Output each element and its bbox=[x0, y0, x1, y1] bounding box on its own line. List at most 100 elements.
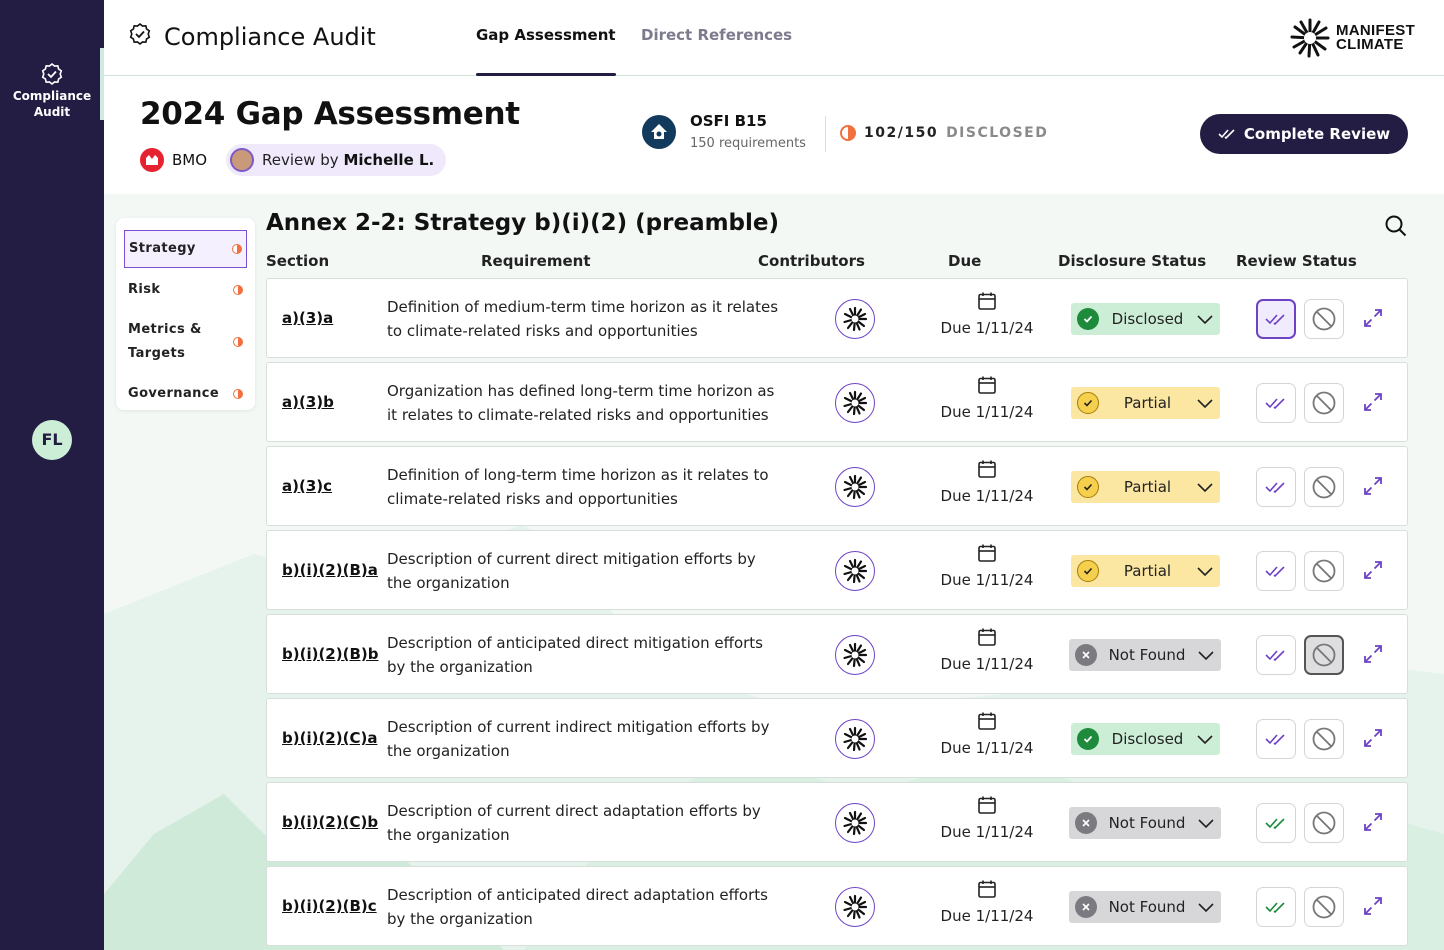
sunburst-icon bbox=[843, 558, 868, 584]
search-button[interactable] bbox=[1384, 214, 1408, 242]
due-date-text: Due 1/11/24 bbox=[940, 655, 1034, 673]
reject-review-button[interactable] bbox=[1304, 635, 1344, 675]
contributor-avatar[interactable] bbox=[835, 803, 875, 843]
nav-item-label: Governance bbox=[128, 386, 220, 401]
disclosure-status-dropdown[interactable]: Not Found bbox=[1069, 891, 1221, 923]
requirement-line2: by the organization bbox=[387, 910, 533, 928]
expand-button[interactable] bbox=[1362, 643, 1384, 669]
disclosure-status-dropdown[interactable]: Partial bbox=[1071, 555, 1220, 587]
tab-gap-assessment[interactable]: Gap Assessment bbox=[476, 26, 616, 76]
disclosure-status-dropdown[interactable]: Disclosed bbox=[1071, 303, 1220, 335]
due-date-text: Due 1/11/24 bbox=[940, 403, 1034, 421]
reject-review-button[interactable] bbox=[1304, 551, 1344, 591]
nav-item-governance[interactable]: Governance bbox=[124, 376, 247, 412]
expand-button[interactable] bbox=[1362, 727, 1384, 753]
approve-review-button[interactable] bbox=[1256, 551, 1296, 591]
section-link[interactable]: b)(i)(2)(B)c bbox=[282, 897, 377, 915]
expand-button[interactable] bbox=[1362, 391, 1384, 417]
requirement-line2: climate-related risks and opportunities bbox=[387, 490, 678, 508]
due-date[interactable]: Due 1/11/24 bbox=[927, 795, 1047, 841]
section-link[interactable]: a)(3)a bbox=[282, 309, 333, 327]
expand-button[interactable] bbox=[1362, 307, 1384, 333]
expand-icon bbox=[1364, 645, 1382, 663]
due-date[interactable]: Due 1/11/24 bbox=[927, 543, 1047, 589]
sunburst-icon bbox=[843, 894, 868, 920]
table-row[interactable]: a)(3)b Organization has defined long-term… bbox=[266, 362, 1408, 442]
chevron-down-icon bbox=[1198, 903, 1214, 913]
calendar-icon bbox=[978, 460, 996, 478]
due-date[interactable]: Due 1/11/24 bbox=[927, 627, 1047, 673]
approve-review-button[interactable] bbox=[1256, 299, 1296, 339]
section-link[interactable]: b)(i)(2)(B)b bbox=[282, 645, 378, 663]
reject-review-button[interactable] bbox=[1304, 467, 1344, 507]
user-avatar[interactable]: FL bbox=[32, 420, 72, 460]
table-row[interactable]: b)(i)(2)(B)c Description of anticipated d… bbox=[266, 866, 1408, 946]
section-link[interactable]: b)(i)(2)(C)a bbox=[282, 729, 377, 747]
section-link[interactable]: a)(3)b bbox=[282, 393, 334, 411]
due-date[interactable]: Due 1/11/24 bbox=[927, 291, 1047, 337]
expand-button[interactable] bbox=[1362, 895, 1384, 921]
disclosure-status-dropdown[interactable]: Partial bbox=[1071, 387, 1220, 419]
nav-item-strategy[interactable]: Strategy bbox=[124, 230, 247, 268]
expand-button[interactable] bbox=[1362, 559, 1384, 585]
approve-review-button[interactable] bbox=[1256, 383, 1296, 423]
badge-check-icon bbox=[0, 62, 104, 86]
disclosed-progress: 102/150 DISCLOSED bbox=[840, 125, 1048, 141]
section-link[interactable]: b)(i)(2)(C)b bbox=[282, 813, 378, 831]
table-row[interactable]: b)(i)(2)(B)b Description of anticipated d… bbox=[266, 614, 1408, 694]
due-date[interactable]: Due 1/11/24 bbox=[927, 879, 1047, 925]
disclosure-status-dropdown[interactable]: Not Found bbox=[1069, 807, 1221, 839]
approve-review-button[interactable] bbox=[1256, 635, 1296, 675]
table-row[interactable]: b)(i)(2)(B)a Description of current direc… bbox=[266, 530, 1408, 610]
due-date[interactable]: Due 1/11/24 bbox=[927, 711, 1047, 757]
reject-review-button[interactable] bbox=[1304, 887, 1344, 927]
section-link[interactable]: a)(3)c bbox=[282, 477, 332, 495]
requirement-line2: by the organization bbox=[387, 658, 533, 676]
approve-review-button[interactable] bbox=[1256, 803, 1296, 843]
tab-direct-references[interactable]: Direct References bbox=[641, 26, 792, 76]
contributor-avatar[interactable] bbox=[835, 635, 875, 675]
contributor-avatar[interactable] bbox=[835, 299, 875, 339]
x-circle-icon bbox=[1075, 812, 1097, 834]
disclosure-status-dropdown[interactable]: Disclosed bbox=[1071, 723, 1220, 755]
complete-review-label: Complete Review bbox=[1243, 125, 1391, 143]
reject-review-button[interactable] bbox=[1304, 803, 1344, 843]
table-row[interactable]: b)(i)(2)(C)b Description of current direc… bbox=[266, 782, 1408, 862]
contributor-avatar[interactable] bbox=[835, 467, 875, 507]
table-row[interactable]: b)(i)(2)(C)a Description of current indir… bbox=[266, 698, 1408, 778]
complete-review-button[interactable]: Complete Review bbox=[1200, 114, 1408, 154]
due-date[interactable]: Due 1/11/24 bbox=[927, 459, 1047, 505]
reject-review-button[interactable] bbox=[1304, 719, 1344, 759]
reject-review-button[interactable] bbox=[1304, 383, 1344, 423]
nav-item-metrics-targets[interactable]: Metrics & Targets bbox=[124, 312, 247, 372]
due-date[interactable]: Due 1/11/24 bbox=[927, 375, 1047, 421]
rail-label-line2: Audit bbox=[33, 105, 71, 119]
disclosure-status-dropdown[interactable]: Partial bbox=[1071, 471, 1220, 503]
reviewer-chip[interactable]: Review by Michelle L. bbox=[226, 144, 447, 176]
requirement-text: Description of current direct adaptation… bbox=[387, 799, 787, 847]
table-row[interactable]: a)(3)a Definition of medium-term time hor… bbox=[266, 278, 1408, 358]
requirement-line2: it relates to climate-related risks and … bbox=[387, 406, 769, 424]
approve-review-button[interactable] bbox=[1256, 467, 1296, 507]
progress-half-icon bbox=[840, 125, 856, 141]
disclosure-status-label: Not Found bbox=[1108, 646, 1186, 664]
app-title-text: Compliance Audit bbox=[164, 23, 376, 51]
expand-button[interactable] bbox=[1362, 811, 1384, 837]
x-circle-icon bbox=[1075, 896, 1097, 918]
approve-review-button[interactable] bbox=[1256, 719, 1296, 759]
contributor-avatar[interactable] bbox=[835, 719, 875, 759]
expand-button[interactable] bbox=[1362, 475, 1384, 501]
contributor-avatar[interactable] bbox=[835, 383, 875, 423]
section-link[interactable]: b)(i)(2)(B)a bbox=[282, 561, 378, 579]
contributor-avatar[interactable] bbox=[835, 887, 875, 927]
disclosure-status-dropdown[interactable]: Not Found bbox=[1069, 639, 1221, 671]
table-row[interactable]: a)(3)c Definition of long-term time horiz… bbox=[266, 446, 1408, 526]
approve-review-button[interactable] bbox=[1256, 887, 1296, 927]
contributor-avatar[interactable] bbox=[835, 551, 875, 591]
reject-review-button[interactable] bbox=[1304, 299, 1344, 339]
rail-item-compliance-audit[interactable]: Compliance Audit bbox=[0, 48, 104, 120]
nav-item-risk[interactable]: Risk bbox=[124, 272, 247, 308]
double-check-icon bbox=[1265, 650, 1285, 662]
org-name: BMO bbox=[172, 151, 208, 169]
sunburst-icon bbox=[843, 726, 868, 752]
